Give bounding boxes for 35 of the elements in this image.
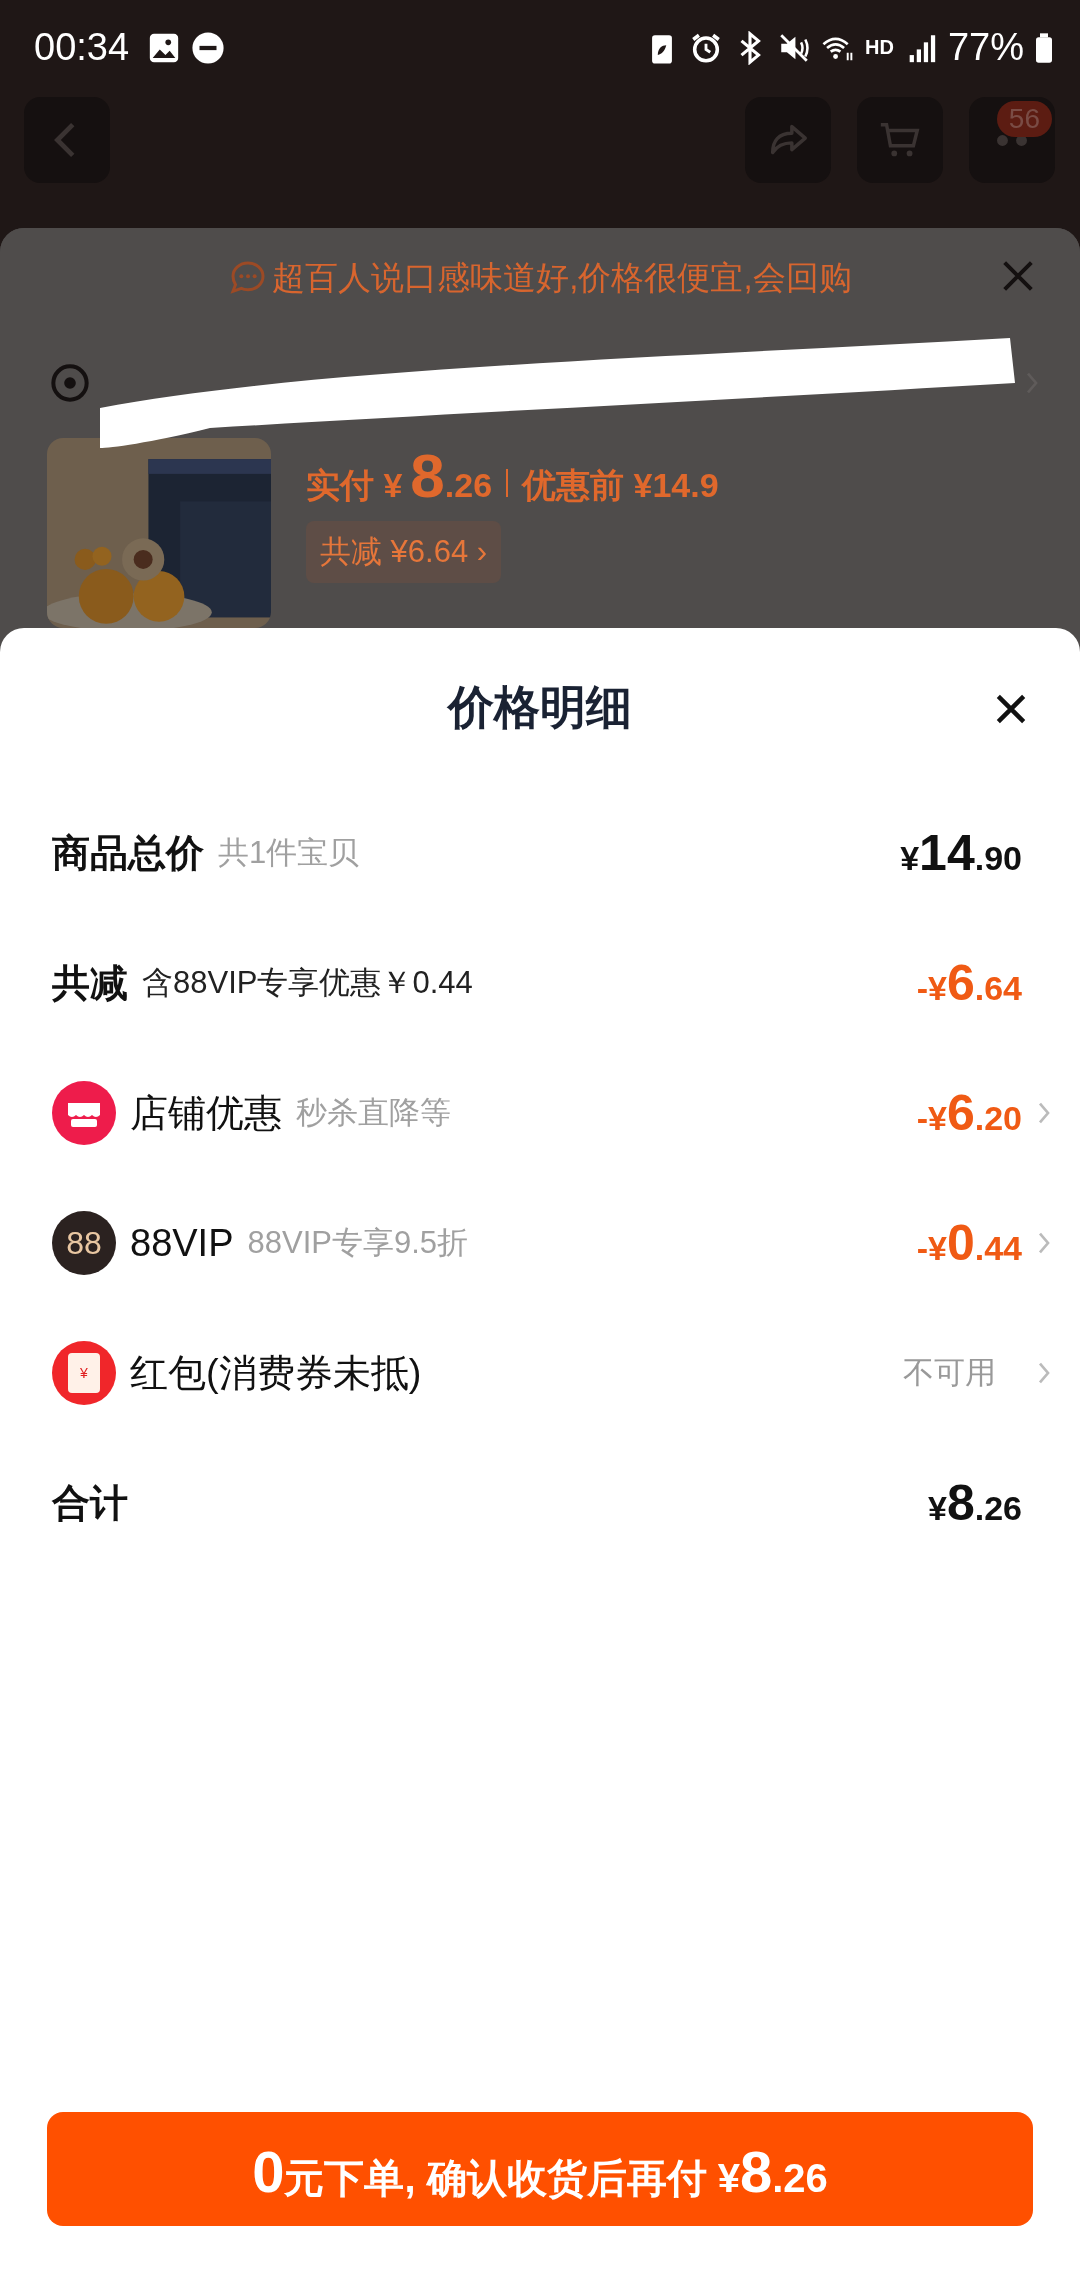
share-button[interactable]: [745, 97, 831, 183]
envelope-icon: ¥: [52, 1341, 116, 1405]
review-text: 超百人说口感味道好,价格很便宜,会回购: [272, 257, 852, 298]
battery-percent: 77%: [947, 26, 1024, 69]
status-time: 00:34: [34, 26, 130, 69]
row-label: 合计: [52, 1480, 128, 1526]
discount-chip[interactable]: 共减 ¥6.64 ›: [306, 521, 502, 583]
row-label: 88VIP: [130, 1221, 234, 1265]
row-note: 88VIP专享9.5折: [247, 1224, 469, 1262]
row-amount: ¥14.90: [900, 824, 1022, 882]
battery-icon: [1034, 31, 1054, 64]
row-label: 商品总价: [52, 830, 204, 876]
more-icon: [997, 134, 1027, 146]
row-label: 共减: [52, 960, 128, 1006]
row-label: 红包(消费券未抵): [130, 1350, 422, 1396]
back-button[interactable]: [24, 97, 110, 183]
vip-icon: 88: [52, 1211, 116, 1275]
row-label: 店铺优惠: [130, 1090, 282, 1136]
network-label: HD: [865, 36, 894, 59]
row-note: 共1件宝贝: [218, 834, 360, 872]
shop-icon: [52, 1081, 116, 1145]
cart-button[interactable]: [857, 97, 943, 183]
paid-price: 实付 ¥8.26: [306, 440, 493, 511]
do-not-disturb-icon: [191, 30, 226, 65]
row-amount: ¥8.26: [928, 1474, 1022, 1532]
row-status: 不可用: [902, 1354, 997, 1392]
location-icon: [50, 363, 90, 403]
original-price: 优惠前 ¥14.9: [522, 465, 719, 506]
sheet-title: 价格明细: [448, 680, 632, 735]
row-amount: -¥6.64: [916, 954, 1022, 1012]
place-order-button[interactable]: 0元下单, 确认收货后再付 ¥8.26: [47, 2112, 1033, 2226]
row-amount: -¥0.44: [916, 1214, 1022, 1272]
row-amount: -¥6.20: [916, 1084, 1022, 1142]
row-note: 含88VIP专享优惠￥0.44: [142, 964, 473, 1002]
row-note: 秒杀直降等: [296, 1094, 451, 1132]
